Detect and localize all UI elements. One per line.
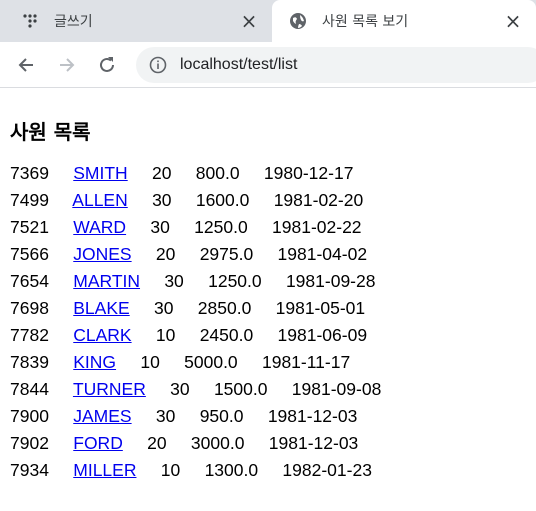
employee-number: 7521 (10, 217, 49, 237)
tab-write[interactable]: 글쓰기 × (0, 0, 272, 42)
department-number: 10 (140, 352, 160, 372)
table-row: 7654 MARTIN 30 1250.0 1981-09-28 (10, 271, 530, 298)
employee-name-link[interactable]: WARD (73, 217, 126, 237)
employee-name-link[interactable]: TURNER (73, 379, 146, 399)
employee-number: 7844 (10, 379, 49, 399)
table-row: 7902 FORD 20 3000.0 1981-12-03 (10, 433, 530, 460)
employee-number: 7934 (10, 460, 49, 480)
close-icon[interactable]: × (504, 11, 522, 31)
hire-date: 1981-12-03 (267, 406, 358, 426)
hire-date: 1981-12-03 (268, 433, 359, 453)
department-number: 30 (152, 190, 172, 210)
url-text: localhost/test/list (180, 56, 298, 73)
table-row: 7499 ALLEN 30 1600.0 1981-02-20 (10, 190, 530, 217)
tab-title: 사원 목록 보기 (322, 14, 409, 30)
table-row: 7900 JAMES 30 950.0 1981-12-03 (10, 406, 530, 433)
department-number: 30 (170, 379, 190, 399)
salary: 1600.0 (195, 190, 250, 210)
salary: 1300.0 (204, 460, 259, 480)
employee-name-link[interactable]: CLARK (73, 325, 131, 345)
employee-number: 7839 (10, 352, 49, 372)
tab-employee-list[interactable]: 사원 목록 보기 × (272, 0, 536, 42)
employee-name-link[interactable]: JONES (73, 244, 131, 264)
hire-date: 1981-06-09 (277, 325, 368, 345)
employee-number: 7782 (10, 325, 49, 345)
back-arrow-icon[interactable] (14, 53, 38, 77)
department-number: 30 (150, 217, 170, 237)
department-number: 10 (160, 460, 181, 480)
employee-number: 7654 (10, 271, 49, 291)
salary: 950.0 (199, 406, 244, 426)
table-row: 7782 CLARK 10 2450.0 1981-06-09 (10, 325, 530, 352)
employee-name-link[interactable]: MILLER (73, 460, 136, 480)
salary: 2975.0 (199, 244, 254, 264)
department-number: 20 (155, 244, 176, 264)
employee-name-link[interactable]: BLAKE (73, 298, 129, 318)
employee-number: 7698 (10, 298, 49, 318)
employee-number: 7566 (10, 244, 49, 264)
employee-name-link[interactable]: ALLEN (72, 190, 127, 210)
globe-icon (288, 11, 308, 31)
page-content: 사원 목록 7369 SMITH 20 800.0 1980-12-17 7499… (10, 100, 530, 487)
hire-date: 1982-01-23 (282, 460, 372, 480)
browser-toolbar: localhost/test/list (0, 42, 536, 88)
employee-name-link[interactable]: JAMES (73, 406, 131, 426)
hire-date: 1981-09-08 (291, 379, 382, 399)
employee-name-link[interactable]: MARTIN (73, 271, 140, 291)
tab-title: 글쓰기 (54, 14, 93, 30)
hire-date: 1981-02-20 (273, 190, 364, 210)
info-icon[interactable] (148, 55, 168, 75)
employee-name-link[interactable]: FORD (73, 433, 123, 453)
employee-number: 7900 (10, 406, 49, 426)
address-bar[interactable]: localhost/test/list (136, 47, 536, 83)
table-row: 7698 BLAKE 30 2850.0 1981-05-01 (10, 298, 530, 325)
page-title: 사원 목록 (10, 120, 91, 144)
employee-number: 7902 (10, 433, 49, 453)
salary: 2450.0 (199, 325, 254, 345)
close-icon[interactable]: × (240, 11, 258, 31)
app-dots-icon (20, 11, 40, 31)
salary: 2850.0 (197, 298, 252, 318)
employee-number: 7369 (10, 163, 49, 183)
hire-date: 1981-04-02 (277, 244, 368, 264)
department-number: 30 (155, 406, 176, 426)
table-row: 7521 WARD 30 1250.0 1981-02-22 (10, 217, 530, 244)
department-number: 20 (147, 433, 167, 453)
salary: 3000.0 (190, 433, 245, 453)
department-number: 30 (154, 298, 174, 318)
hire-date: 1980-12-17 (263, 163, 354, 183)
tab-strip: 글쓰기 × 사원 목록 보기 × (0, 0, 536, 42)
department-number: 20 (152, 163, 172, 183)
salary: 800.0 (195, 163, 240, 183)
table-row: 7934 MILLER 10 1300.0 1982-01-23 (10, 460, 530, 487)
department-number: 30 (164, 271, 184, 291)
salary: 1500.0 (213, 379, 268, 399)
hire-date: 1981-02-22 (272, 217, 362, 237)
table-row: 7566 JONES 20 2975.0 1981-04-02 (10, 244, 530, 271)
salary: 1250.0 (208, 271, 262, 291)
hire-date: 1981-09-28 (285, 271, 376, 291)
employee-name-link[interactable]: KING (73, 352, 116, 372)
table-row: 7369 SMITH 20 800.0 1980-12-17 (10, 163, 530, 190)
hire-date: 1981-11-17 (261, 352, 351, 372)
employee-name-link[interactable]: SMITH (73, 163, 127, 183)
table-row: 7844 TURNER 30 1500.0 1981-09-08 (10, 379, 530, 406)
salary: 1250.0 (194, 217, 248, 237)
employee-list: 7369 SMITH 20 800.0 1980-12-17 7499 ALLEN… (10, 163, 530, 487)
hire-date: 1981-05-01 (275, 298, 366, 318)
forward-arrow-icon[interactable] (55, 53, 79, 77)
department-number: 10 (155, 325, 176, 345)
table-row: 7839 KING 10 5000.0 1981-11-17 (10, 352, 530, 379)
employee-number: 7499 (10, 190, 49, 210)
salary: 5000.0 (184, 352, 238, 372)
reload-icon[interactable] (95, 53, 119, 77)
